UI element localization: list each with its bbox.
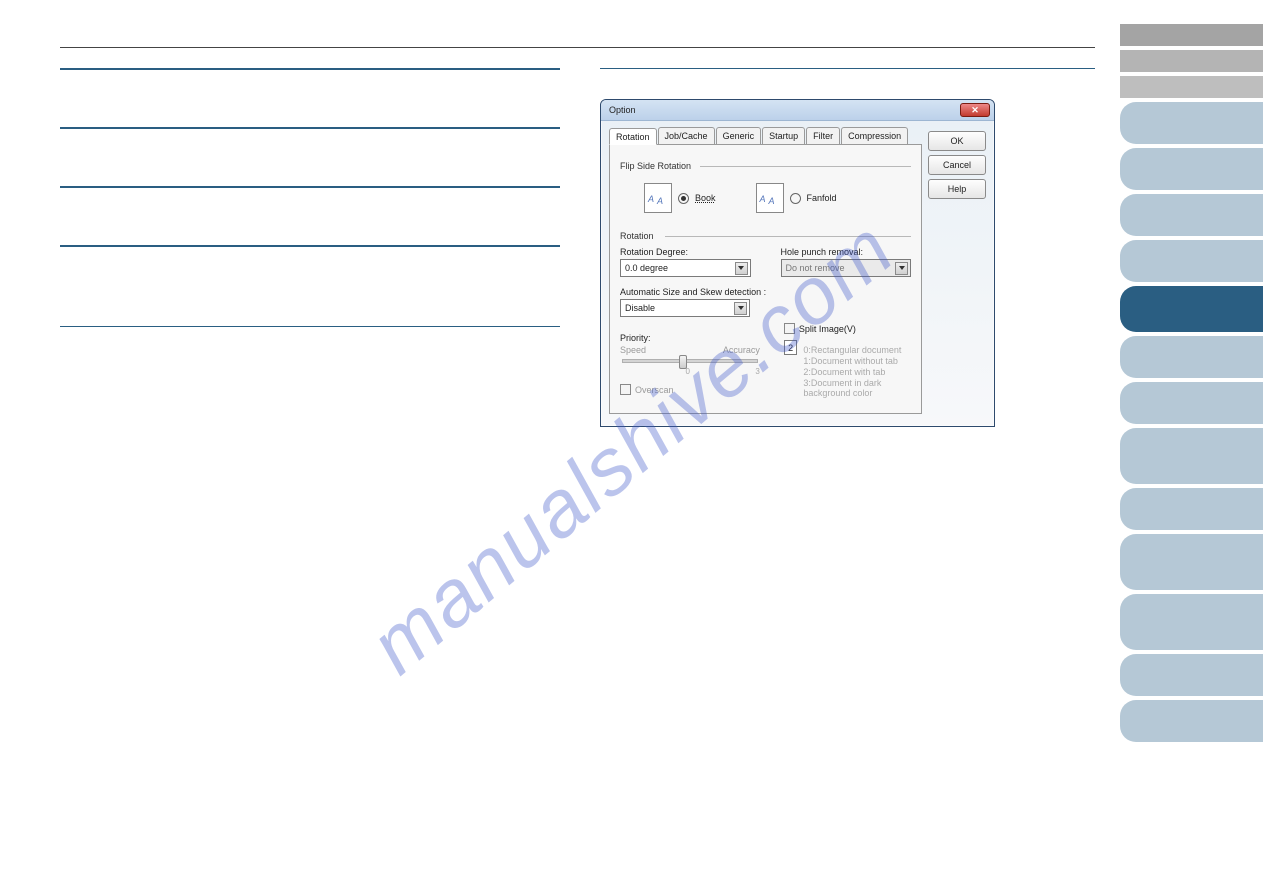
step-block <box>60 69 560 127</box>
dialog-titlebar: Option ✕ <box>601 100 994 121</box>
chevron-down-icon <box>895 262 908 275</box>
hole-punch-label: Hole punch removal: <box>781 247 912 257</box>
helper-item: 3:Document in dark background color <box>803 378 911 398</box>
helper-item: 1:Document without tab <box>803 356 911 366</box>
tab-compression[interactable]: Compression <box>841 127 908 144</box>
auto-size-value: Disable <box>625 303 655 313</box>
rotation-degree-label: Rotation Degree: <box>620 247 751 257</box>
sidebar-tab[interactable] <box>1120 594 1263 650</box>
sidebar-tab[interactable] <box>1120 240 1263 282</box>
book-icon <box>644 183 672 213</box>
tab-rotation[interactable]: Rotation <box>609 128 657 145</box>
sidebar-tab[interactable] <box>1120 382 1263 424</box>
divider <box>600 68 1095 69</box>
chapter-title-bar <box>60 30 1095 48</box>
auto-size-label: Automatic Size and Skew detection : <box>620 287 911 297</box>
procedure-steps <box>60 68 560 427</box>
split-helper-list: 0:Rectangular document 1:Document withou… <box>803 344 911 399</box>
ok-button[interactable]: OK <box>928 131 986 151</box>
tick: 3 <box>755 367 759 376</box>
dialog-title: Option <box>609 105 636 115</box>
flip-option-book[interactable]: Book <box>644 183 716 213</box>
tab-startup[interactable]: Startup <box>762 127 805 144</box>
split-image-checkbox[interactable] <box>784 323 795 334</box>
flip-book-label: Book <box>695 193 716 203</box>
cancel-button[interactable]: Cancel <box>928 155 986 175</box>
overscan-checkbox <box>620 384 631 395</box>
flip-option-fanfold[interactable]: Fanfold <box>756 183 837 213</box>
step-block <box>60 246 560 326</box>
slider-thumb <box>679 355 687 369</box>
page-content: Option ✕ Rotation Job/Cache Generic Star… <box>60 30 1095 427</box>
hole-punch-value: Do not remove <box>786 263 845 273</box>
group-flip-side: Flip Side Rotation <box>620 161 911 171</box>
group-rotation: Rotation <box>620 231 911 241</box>
close-icon: ✕ <box>971 105 979 116</box>
tab-jobcache[interactable]: Job/Cache <box>658 127 715 144</box>
sidebar-tab[interactable] <box>1120 50 1263 72</box>
sidebar-tab[interactable] <box>1120 654 1263 696</box>
flip-fanfold-label: Fanfold <box>807 193 837 203</box>
hole-punch-combo: Do not remove <box>781 259 912 277</box>
sidebar-tab[interactable] <box>1120 194 1263 236</box>
help-button[interactable]: Help <box>928 179 986 199</box>
sidebar-tab[interactable] <box>1120 102 1263 144</box>
overscan-label: Overscan <box>635 385 674 395</box>
radio-fanfold[interactable] <box>790 193 801 204</box>
divider <box>60 326 560 327</box>
tab-generic[interactable]: Generic <box>716 127 762 144</box>
priority-speed: Speed <box>620 345 646 355</box>
sidebar-tab[interactable] <box>1120 336 1263 378</box>
helper-item: 0:Rectangular document <box>803 345 911 355</box>
tab-filter[interactable]: Filter <box>806 127 840 144</box>
screenshot-column: Option ✕ Rotation Job/Cache Generic Star… <box>600 68 1095 427</box>
rotation-degree-value: 0.0 degree <box>625 263 668 273</box>
sidebar-tab[interactable] <box>1120 76 1263 98</box>
sidebar-tab-active[interactable] <box>1120 286 1263 332</box>
step-block <box>60 187 560 245</box>
split-image-label: Split Image(V) <box>799 324 856 334</box>
tabs: Rotation Job/Cache Generic Startup Filte… <box>609 127 922 145</box>
sidebar-tab[interactable] <box>1120 488 1263 530</box>
auto-size-combo[interactable]: Disable <box>620 299 750 317</box>
sidebar-tab[interactable] <box>1120 534 1263 590</box>
radio-book[interactable] <box>678 193 689 204</box>
chevron-down-icon <box>734 302 747 315</box>
sidebar-tab[interactable] <box>1120 700 1263 742</box>
sidebar-tab[interactable] <box>1120 148 1263 190</box>
sidebar-tab[interactable] <box>1120 24 1263 46</box>
helper-item: 2:Document with tab <box>803 367 911 377</box>
chevron-down-icon <box>735 262 748 275</box>
step-block <box>60 128 560 186</box>
option-dialog: Option ✕ Rotation Job/Cache Generic Star… <box>600 99 995 427</box>
close-button[interactable]: ✕ <box>960 103 990 117</box>
sidebar-tab[interactable] <box>1120 428 1263 484</box>
split-value-input: 2 <box>784 340 798 355</box>
fanfold-icon <box>756 183 784 213</box>
rotation-degree-combo[interactable]: 0.0 degree <box>620 259 751 277</box>
priority-accuracy: Accuracy <box>723 345 760 355</box>
priority-slider <box>622 359 758 363</box>
right-sidebar <box>1118 0 1263 893</box>
priority-label: Priority: <box>620 333 760 343</box>
